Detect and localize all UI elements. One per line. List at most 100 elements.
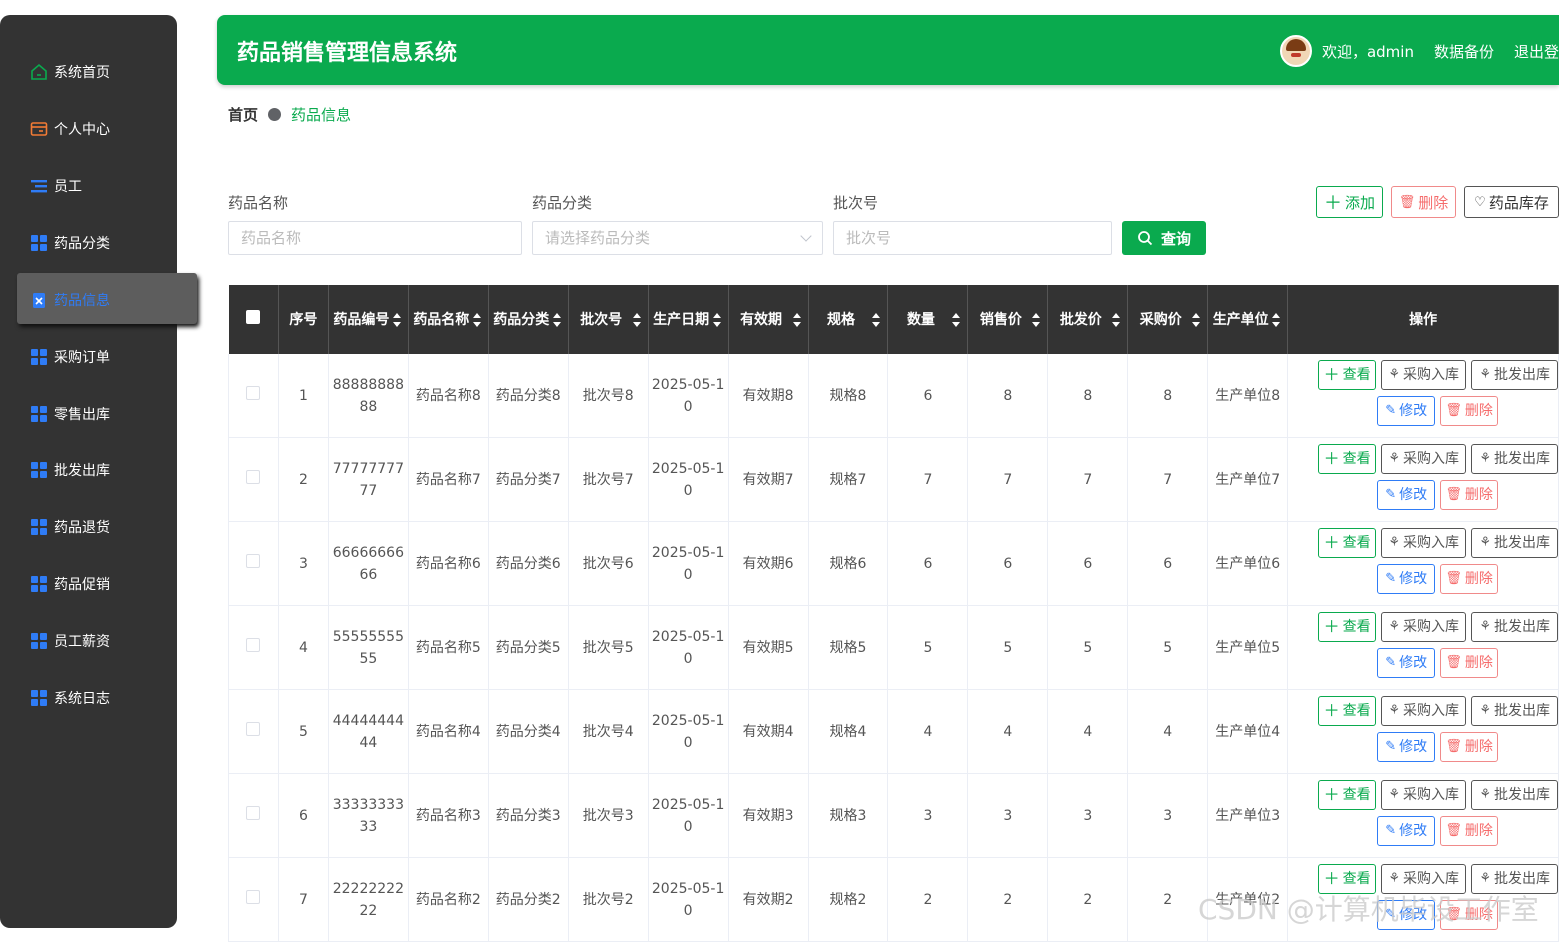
sort-icon[interactable] bbox=[1112, 313, 1121, 327]
edit-button[interactable]: ✎ 修改 bbox=[1377, 648, 1436, 678]
add-button[interactable]: ＋添加 bbox=[1316, 186, 1383, 218]
sort-icon[interactable] bbox=[472, 313, 482, 327]
column-header[interactable]: 操作 bbox=[1287, 285, 1559, 354]
purchase-in-button[interactable]: ⚘ 采购入库 bbox=[1381, 360, 1467, 390]
view-button[interactable]: ＋查看 bbox=[1318, 696, 1377, 726]
cell-category: 药品分类2 bbox=[488, 857, 569, 942]
sidebar-item-2[interactable]: 员工 bbox=[30, 174, 82, 198]
wholesale-out-button[interactable]: ⚘ 批发出库 bbox=[1471, 696, 1559, 726]
delete-button[interactable]: 🗑 删除 bbox=[1440, 564, 1499, 594]
column-header-label: 有效期 bbox=[740, 311, 783, 328]
delete-button[interactable]: 🗑 删除 bbox=[1440, 648, 1499, 678]
purchase-in-button[interactable]: ⚘ 采购入库 bbox=[1381, 612, 1467, 642]
column-header[interactable]: 数量 bbox=[887, 285, 969, 354]
delete-button[interactable]: 🗑 删除 bbox=[1440, 816, 1499, 846]
view-button[interactable]: ＋查看 bbox=[1318, 528, 1377, 558]
cell-spec: 规格6 bbox=[808, 521, 889, 606]
drug-category-select[interactable]: 请选择药品分类 bbox=[532, 221, 823, 255]
column-header[interactable]: 规格 bbox=[808, 285, 889, 354]
edit-button[interactable]: ✎ 修改 bbox=[1377, 900, 1436, 930]
sidebar-item-6[interactable]: 零售出库 bbox=[30, 402, 110, 426]
sidebar-item-3[interactable]: 药品分类 bbox=[30, 231, 110, 255]
row-checkbox[interactable] bbox=[246, 721, 261, 736]
sidebar-item-8[interactable]: 药品退货 bbox=[30, 515, 110, 539]
sidebar-item-1[interactable]: 个人中心 bbox=[30, 117, 110, 141]
edit-button[interactable]: ✎ 修改 bbox=[1377, 480, 1436, 510]
column-header[interactable]: 批次号 bbox=[568, 285, 649, 354]
purchase-in-button[interactable]: ⚘ 采购入库 bbox=[1381, 444, 1467, 474]
batch-number-input[interactable]: 批次号 bbox=[833, 221, 1112, 255]
delete-button[interactable]: 🗑 删除 bbox=[1440, 480, 1499, 510]
row-actions: ＋查看 ⚘ 采购入库 ⚘ 批发出库 ✎ 修改 🗑 删除 bbox=[1288, 354, 1559, 437]
column-header[interactable]: 销售价 bbox=[967, 285, 1049, 354]
sort-icon[interactable] bbox=[712, 313, 722, 327]
row-checkbox[interactable] bbox=[246, 553, 261, 568]
edit-button[interactable]: ✎ 修改 bbox=[1377, 816, 1436, 846]
column-header[interactable]: 生产日期 bbox=[648, 285, 729, 354]
cell-category: 药品分类7 bbox=[488, 437, 569, 522]
sort-icon[interactable] bbox=[632, 313, 642, 327]
row-checkbox[interactable] bbox=[246, 385, 261, 400]
view-button[interactable]: ＋查看 bbox=[1318, 444, 1377, 474]
sidebar-item-4[interactable]: 药品信息 bbox=[30, 288, 110, 312]
purchase-in-button[interactable]: ⚘ 采购入库 bbox=[1381, 696, 1467, 726]
edit-button[interactable]: ✎ 修改 bbox=[1377, 396, 1436, 426]
delete-button[interactable]: 🗑 删除 bbox=[1440, 396, 1499, 426]
query-button[interactable]: 查询 bbox=[1122, 221, 1206, 255]
view-button[interactable]: ＋查看 bbox=[1318, 864, 1377, 894]
sort-icon[interactable] bbox=[1272, 313, 1281, 327]
delete-button[interactable]: 🗑 删除 bbox=[1440, 900, 1499, 930]
purchase-in-button[interactable]: ⚘ 采购入库 bbox=[1381, 528, 1467, 558]
sort-icon[interactable] bbox=[952, 313, 961, 327]
sort-icon[interactable] bbox=[792, 313, 802, 327]
sort-icon[interactable] bbox=[552, 313, 562, 327]
row-checkbox[interactable] bbox=[246, 889, 261, 904]
sidebar-item-5[interactable]: 采购订单 bbox=[30, 345, 110, 369]
batch-delete-button[interactable]: 🗑 删除 bbox=[1391, 186, 1456, 218]
logout-link[interactable]: 退出登 bbox=[1514, 41, 1559, 62]
purchase-in-button[interactable]: ⚘ 采购入库 bbox=[1381, 780, 1467, 810]
row-checkbox[interactable] bbox=[246, 637, 261, 652]
view-button[interactable]: ＋查看 bbox=[1318, 360, 1377, 390]
sort-icon[interactable] bbox=[1032, 313, 1041, 327]
edit-button[interactable]: ✎ 修改 bbox=[1377, 564, 1436, 594]
sort-icon[interactable] bbox=[392, 313, 402, 327]
view-button[interactable]: ＋查看 bbox=[1318, 780, 1377, 810]
wholesale-out-button[interactable]: ⚘ 批发出库 bbox=[1471, 864, 1559, 894]
column-header-label: 药品编号 bbox=[333, 311, 390, 328]
row-actions: ＋查看 ⚘ 采购入库 ⚘ 批发出库 ✎ 修改 🗑 删除 bbox=[1288, 522, 1559, 605]
drug-name-input[interactable]: 药品名称 bbox=[228, 221, 522, 255]
wholesale-out-button[interactable]: ⚘ 批发出库 bbox=[1471, 528, 1559, 558]
sidebar-item-0[interactable]: 系统首页 bbox=[30, 60, 110, 84]
column-header[interactable]: 采购价 bbox=[1127, 285, 1209, 354]
wholesale-out-button[interactable]: ⚘ 批发出库 bbox=[1471, 612, 1559, 642]
column-header[interactable]: 药品编号 bbox=[328, 285, 409, 354]
select-all-checkbox[interactable] bbox=[246, 309, 261, 324]
column-header[interactable]: 序号 bbox=[278, 285, 329, 354]
breadcrumb-home[interactable]: 首页 bbox=[228, 104, 258, 125]
backup-link[interactable]: 数据备份 bbox=[1434, 41, 1494, 62]
column-header[interactable]: 批发价 bbox=[1047, 285, 1129, 354]
edit-button[interactable]: ✎ 修改 bbox=[1377, 732, 1436, 762]
drug-stock-button[interactable]: ♡ 药品库存 bbox=[1464, 186, 1559, 218]
wholesale-out-button[interactable]: ⚘ 批发出库 bbox=[1471, 360, 1559, 390]
sidebar-item-9[interactable]: 药品促销 bbox=[30, 572, 110, 596]
row-checkbox[interactable] bbox=[246, 469, 261, 484]
sort-icon[interactable] bbox=[872, 313, 881, 327]
purchase-in-button[interactable]: ⚘ 采购入库 bbox=[1381, 864, 1467, 894]
cell-code: 4444444444 bbox=[328, 689, 409, 774]
avatar[interactable] bbox=[1279, 35, 1312, 67]
row-checkbox[interactable] bbox=[246, 805, 261, 820]
sidebar-item-11[interactable]: 系统日志 bbox=[30, 686, 110, 710]
wholesale-out-button[interactable]: ⚘ 批发出库 bbox=[1471, 780, 1559, 810]
sort-icon[interactable] bbox=[1192, 313, 1201, 327]
sidebar-item-10[interactable]: 员工薪资 bbox=[30, 629, 110, 653]
column-header[interactable]: 药品分类 bbox=[488, 285, 569, 354]
column-header[interactable]: 药品名称 bbox=[408, 285, 489, 354]
wholesale-out-button[interactable]: ⚘ 批发出库 bbox=[1471, 444, 1559, 474]
sidebar-item-7[interactable]: 批发出库 bbox=[30, 458, 110, 482]
view-button[interactable]: ＋查看 bbox=[1318, 612, 1377, 642]
delete-button[interactable]: 🗑 删除 bbox=[1440, 732, 1499, 762]
column-header[interactable]: 有效期 bbox=[728, 285, 809, 354]
column-header[interactable]: 生产单位 bbox=[1207, 285, 1289, 354]
